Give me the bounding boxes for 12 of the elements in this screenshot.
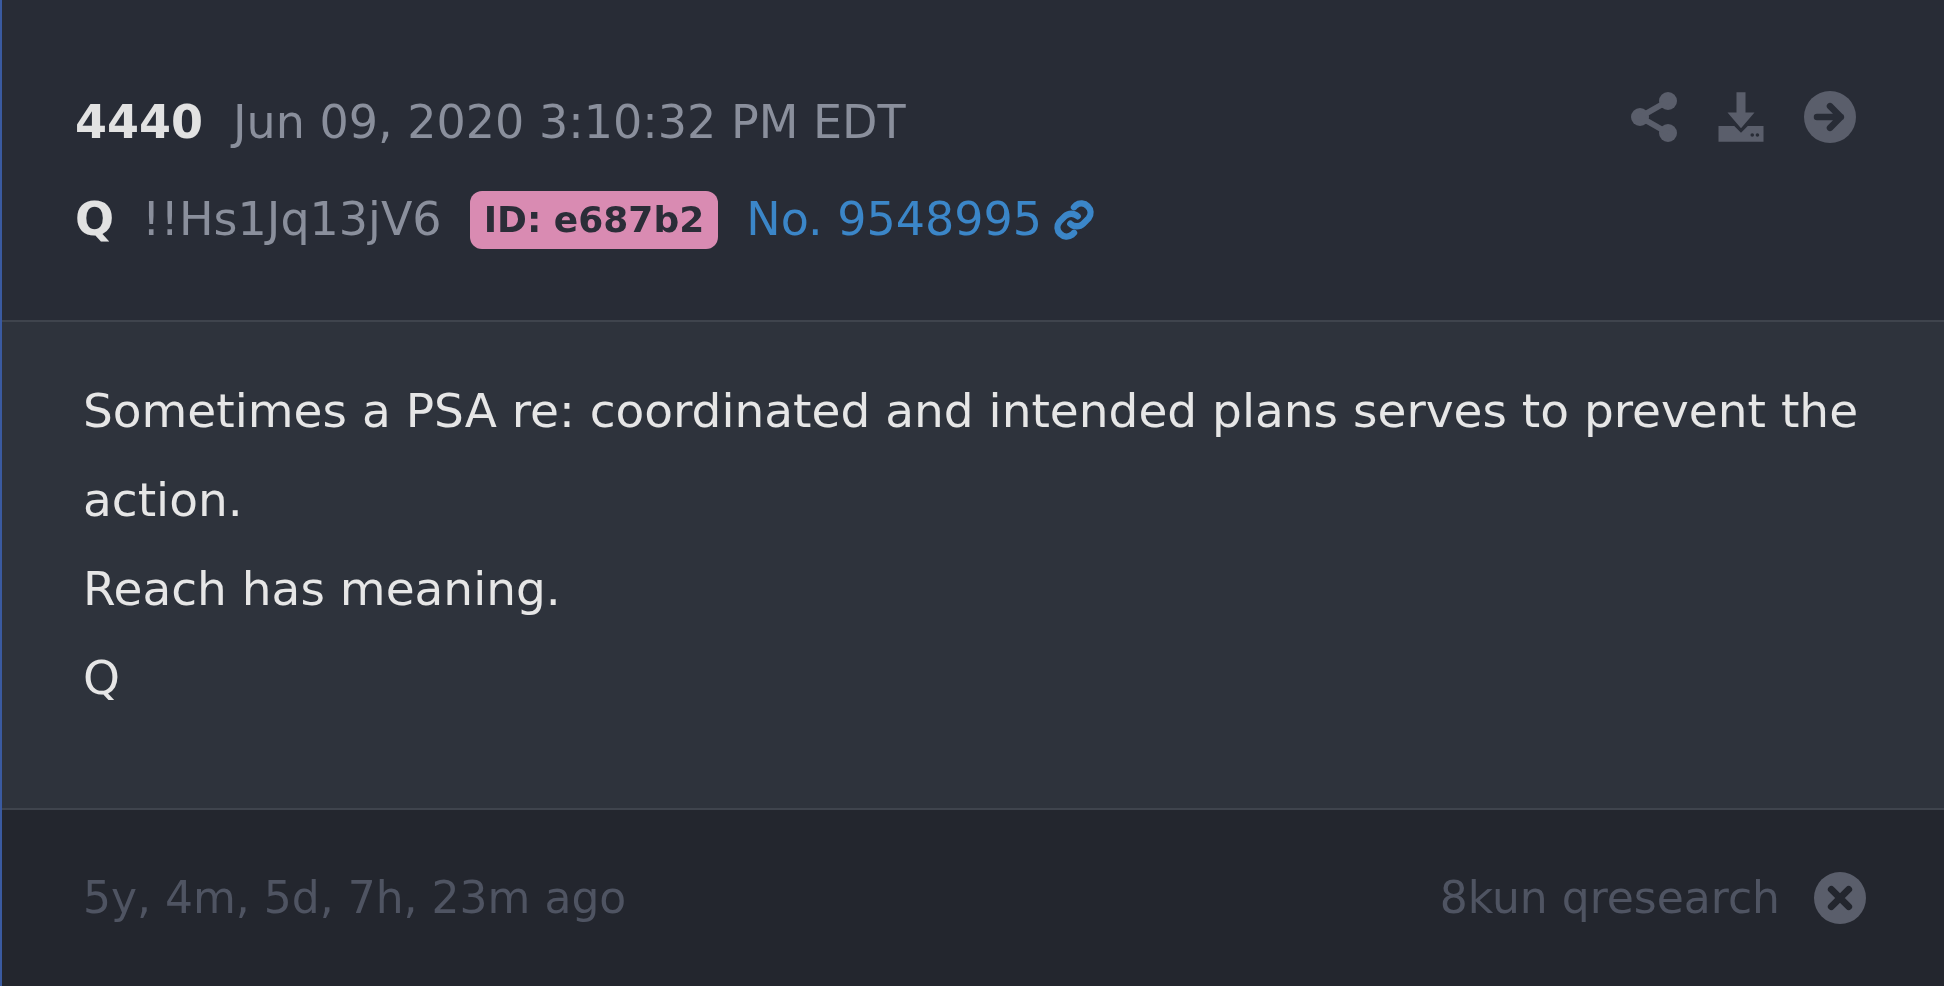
post-text: Reach has meaning.	[83, 560, 562, 618]
arrow-right-icon[interactable]	[1804, 91, 1856, 143]
link-icon	[1052, 197, 1097, 242]
post-number: 4440	[75, 94, 204, 151]
share-icon[interactable]	[1630, 91, 1678, 143]
id-badge: ID: e687b2	[469, 190, 719, 249]
tripcode: !!Hs1Jq13jV6	[142, 191, 442, 248]
post-text: Sometimes a PSA re: coordinated and intended plans serves to prevent the action.	[83, 382, 1860, 529]
post-link[interactable]: No. 9548995	[746, 185, 1097, 254]
post-text: Q	[83, 649, 121, 707]
author-name: Q	[75, 191, 115, 248]
close-icon[interactable]	[1814, 872, 1866, 924]
